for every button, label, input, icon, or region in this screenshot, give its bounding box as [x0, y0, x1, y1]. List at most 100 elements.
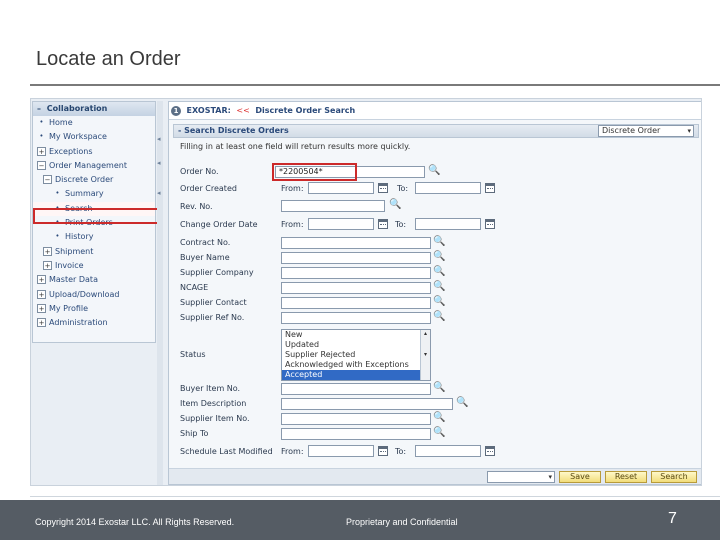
breadcrumb-page: Discrete Order Search	[255, 106, 356, 115]
breadcrumb: 1 EXOSTAR: << Discrete Order Search	[169, 102, 701, 120]
supplier-company-input[interactable]	[281, 267, 431, 279]
supplier-contact-input[interactable]	[281, 297, 431, 309]
collapse-icon[interactable]: −	[43, 175, 52, 185]
sidebar-item-discrete-order[interactable]: − Discrete Order	[33, 173, 155, 187]
supplier-item-input[interactable]	[281, 413, 431, 425]
sidebar-item-summary[interactable]: • Summary	[33, 187, 155, 201]
footer-copyright: Copyright 2014 Exostar LLC. All Rights R…	[35, 517, 235, 527]
sidebar-item-my-profile[interactable]: + My Profile	[33, 302, 155, 316]
sidebar-item-history[interactable]: • History	[33, 230, 155, 244]
sidebar-item-label: My Workspace	[49, 132, 107, 142]
calendar-icon[interactable]	[378, 183, 388, 193]
listbox-scrollbar[interactable]: ▴ ▾	[420, 330, 430, 380]
sidebar-item-order-management[interactable]: − Order Management	[33, 159, 155, 173]
lookup-icon[interactable]: 🔍	[389, 199, 401, 211]
expand-icon[interactable]: +	[43, 246, 52, 256]
expand-icon[interactable]: +	[37, 289, 46, 299]
change-order-to-input[interactable]	[415, 218, 481, 230]
breadcrumb-separator[interactable]: <<	[236, 106, 249, 115]
ship-to-input[interactable]	[281, 428, 431, 440]
lookup-icon[interactable]: 🔍	[433, 412, 445, 424]
schedule-to-input[interactable]	[415, 445, 481, 457]
sidebar-item-label: Order Management	[49, 160, 127, 170]
status-option[interactable]: Acknowledged with Exceptions	[282, 360, 430, 370]
chevron-down-icon: ▾	[687, 127, 691, 135]
search-hint: Filling in at least one field will retur…	[180, 142, 411, 151]
to-label: To:	[397, 184, 409, 193]
lookup-icon[interactable]: 🔍	[433, 427, 445, 439]
supplier-ref-label: Supplier Ref No.	[180, 313, 245, 322]
sidebar-item-label: Administration	[49, 318, 108, 328]
ncage-input[interactable]	[281, 282, 431, 294]
info-icon[interactable]: 1	[171, 105, 181, 116]
saved-search-select[interactable]: ▾	[487, 471, 555, 483]
lookup-icon[interactable]: 🔍	[428, 165, 440, 177]
save-button[interactable]: Save	[559, 471, 601, 483]
from-label: From:	[281, 184, 304, 193]
splitter-arrow-icon[interactable]: ◂	[157, 189, 161, 197]
slide-title: Locate an Order	[36, 48, 181, 70]
expand-icon[interactable]: +	[37, 303, 46, 313]
item-description-input[interactable]	[281, 398, 453, 410]
sidebar-item-shipment[interactable]: + Shipment	[33, 245, 155, 259]
lookup-icon[interactable]: 🔍	[433, 251, 445, 263]
buyer-name-label: Buyer Name	[180, 253, 230, 262]
buyer-name-input[interactable]	[281, 252, 431, 264]
expand-icon[interactable]: +	[37, 275, 46, 285]
change-order-from-input[interactable]	[308, 218, 374, 230]
expand-icon[interactable]: +	[37, 318, 46, 328]
splitter-arrow-icon[interactable]: ◂	[157, 159, 161, 167]
lookup-icon[interactable]: 🔍	[433, 266, 445, 278]
status-option[interactable]: New	[282, 330, 430, 340]
status-option[interactable]: Supplier Rejected	[282, 350, 430, 360]
nav-header-collaboration[interactable]: – Collaboration	[33, 102, 155, 116]
splitter-arrow-icon[interactable]: ◂	[157, 135, 161, 143]
sidebar-item-master-data[interactable]: + Master Data	[33, 273, 155, 287]
lookup-icon[interactable]: 🔍	[433, 236, 445, 248]
sidebar-item-invoice[interactable]: + Invoice	[33, 259, 155, 273]
calendar-icon[interactable]	[378, 219, 388, 229]
collapse-icon[interactable]: −	[37, 160, 46, 170]
sidebar-item-label: Master Data	[49, 275, 98, 285]
schedule-from-input[interactable]	[308, 445, 374, 457]
sidebar-item-administration[interactable]: + Administration	[33, 316, 155, 330]
order-type-select[interactable]: Discrete Order ▾	[598, 125, 694, 137]
lookup-icon[interactable]: 🔍	[433, 281, 445, 293]
page-number: 7	[668, 510, 677, 527]
pane-splitter[interactable]: ◂ ◂ ◂	[157, 101, 163, 485]
status-listbox[interactable]: New Updated Supplier Rejected Acknowledg…	[281, 329, 431, 381]
order-created-to-input[interactable]	[415, 182, 481, 194]
calendar-icon[interactable]	[485, 446, 495, 456]
order-created-from-input[interactable]	[308, 182, 374, 194]
reset-button[interactable]: Reset	[605, 471, 647, 483]
sidebar-item-home[interactable]: • Home	[33, 116, 155, 130]
status-option[interactable]: Updated	[282, 340, 430, 350]
sidebar-item-exceptions[interactable]: + Exceptions	[33, 145, 155, 159]
expand-icon[interactable]: +	[43, 260, 52, 270]
order-type-value: Discrete Order	[602, 126, 661, 135]
calendar-icon[interactable]	[485, 183, 495, 193]
calendar-icon[interactable]	[378, 446, 388, 456]
section-header[interactable]: - Search Discrete Orders Discrete Order …	[173, 124, 699, 138]
lookup-icon[interactable]: 🔍	[433, 382, 445, 394]
nav-header-label: Collaboration	[46, 104, 108, 113]
buyer-item-input[interactable]	[281, 383, 431, 395]
schedule-modified-label: Schedule Last Modified	[180, 447, 273, 456]
calendar-icon[interactable]	[485, 219, 495, 229]
supplier-ref-input[interactable]	[281, 312, 431, 324]
status-option-selected[interactable]: Accepted	[282, 370, 430, 380]
sidebar-item-label: Home	[49, 118, 73, 127]
bullet-icon: •	[39, 132, 44, 141]
search-button[interactable]: Search	[651, 471, 697, 483]
lookup-icon[interactable]: 🔍	[456, 397, 468, 409]
sidebar-item-label: Shipment	[55, 246, 94, 256]
lookup-icon[interactable]: 🔍	[433, 311, 445, 323]
rev-no-input[interactable]	[281, 200, 385, 212]
collapse-toggle-icon[interactable]: –	[37, 104, 44, 113]
contract-no-input[interactable]	[281, 237, 431, 249]
bullet-icon: •	[55, 189, 60, 198]
sidebar-item-my-workspace[interactable]: • My Workspace	[33, 130, 155, 144]
sidebar-item-upload-download[interactable]: + Upload/Download	[33, 288, 155, 302]
expand-icon[interactable]: +	[37, 146, 46, 156]
lookup-icon[interactable]: 🔍	[433, 296, 445, 308]
